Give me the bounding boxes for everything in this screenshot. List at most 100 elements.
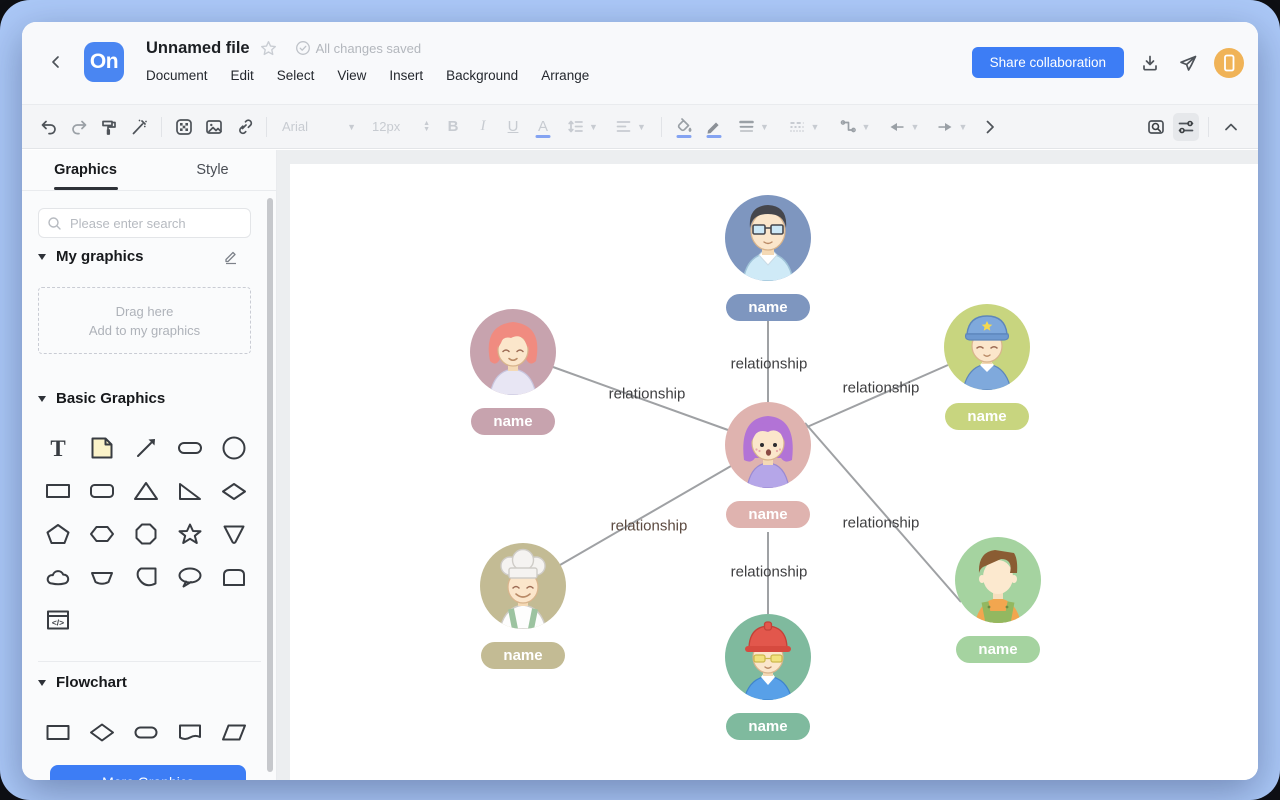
shape-diamond-icon[interactable] (212, 469, 256, 512)
background-pattern-icon[interactable] (171, 113, 197, 141)
find-replace-icon[interactable] (1143, 113, 1169, 141)
node-person-top[interactable]: name (725, 195, 811, 321)
edge-label[interactable]: relationship (609, 386, 686, 403)
search-input[interactable] (68, 215, 242, 232)
shape-arrow-icon[interactable] (124, 426, 168, 469)
italic-icon[interactable]: I (470, 113, 496, 141)
flowchart-header[interactable]: Flowchart (38, 674, 127, 691)
collapse-caret-icon[interactable] (38, 396, 46, 402)
node-person-center[interactable]: name (725, 402, 811, 528)
line-height-icon[interactable]: ▼ (560, 113, 604, 141)
shape-right-triangle-icon[interactable] (168, 469, 212, 512)
my-graphics-header[interactable]: My graphics (38, 248, 261, 265)
shape-data-icon[interactable] (212, 710, 256, 753)
shape-triangle-icon[interactable] (124, 469, 168, 512)
collapse-caret-icon[interactable] (38, 680, 46, 686)
node-person-lower-right[interactable]: name (955, 537, 1041, 663)
node-name-badge[interactable]: name (481, 642, 565, 669)
text-align-icon[interactable]: ▼ (608, 113, 652, 141)
app-logo[interactable]: On (84, 42, 124, 82)
style-brush-icon[interactable] (126, 113, 152, 141)
collapse-caret-icon[interactable] (38, 254, 46, 260)
menu-arrange[interactable]: Arrange (541, 68, 589, 83)
shape-inverted-triangle-icon[interactable] (212, 512, 256, 555)
download-icon[interactable] (1138, 51, 1162, 75)
shape-curved-trapezoid-icon[interactable] (80, 555, 124, 598)
sidebar-scrollbar[interactable] (267, 198, 273, 772)
my-graphics-dropzone[interactable]: Drag here Add to my graphics (38, 287, 251, 354)
favorite-star-icon[interactable] (260, 40, 277, 57)
font-family-select[interactable]: Arial▼ (276, 113, 362, 141)
border-color-icon[interactable] (701, 113, 727, 141)
shape-text-icon[interactable]: T (36, 426, 80, 469)
connector-style-icon[interactable]: ▼ (831, 113, 877, 141)
line-style-icon[interactable]: ▼ (779, 113, 827, 141)
format-panel-icon[interactable] (1173, 113, 1199, 141)
tab-style[interactable]: Style (149, 150, 276, 190)
node-name-badge[interactable]: name (726, 501, 810, 528)
shape-decision-icon[interactable] (80, 710, 124, 753)
shape-octagon-icon[interactable] (124, 512, 168, 555)
edge-label[interactable]: relationship (843, 380, 920, 397)
menu-select[interactable]: Select (277, 68, 315, 83)
menu-view[interactable]: View (337, 68, 366, 83)
more-tools-icon[interactable] (977, 113, 1003, 141)
node-name-badge[interactable]: name (726, 713, 810, 740)
node-person-lower-left[interactable]: name (480, 543, 566, 669)
shape-code-block-icon[interactable]: </> (36, 598, 80, 641)
node-name-badge[interactable]: name (945, 403, 1029, 430)
edge-label[interactable]: relationship (731, 564, 808, 581)
shape-pentagon-icon[interactable] (36, 512, 80, 555)
arrow-start-icon[interactable]: ▼ (881, 113, 925, 141)
shape-process-icon[interactable] (36, 710, 80, 753)
bold-icon[interactable]: B (440, 113, 466, 141)
line-width-icon[interactable]: ▼ (731, 113, 775, 141)
send-icon[interactable] (1176, 51, 1200, 75)
shape-rectangle-icon[interactable] (36, 469, 80, 512)
font-size-stepper[interactable]: 12px▲▼ (366, 113, 436, 141)
node-name-badge[interactable]: name (956, 636, 1040, 663)
edge-label[interactable]: relationship (843, 515, 920, 532)
redo-icon[interactable] (66, 113, 92, 141)
menu-document[interactable]: Document (146, 68, 208, 83)
arrow-end-icon[interactable]: ▼ (929, 113, 973, 141)
insert-link-icon[interactable] (231, 113, 257, 141)
node-person-bottom[interactable]: name (725, 614, 811, 740)
user-avatar[interactable] (1214, 48, 1244, 78)
shape-speech-bubble-icon[interactable] (168, 555, 212, 598)
more-graphics-button[interactable]: More Graphics (50, 765, 246, 780)
tab-graphics[interactable]: Graphics (22, 150, 149, 190)
shape-sticky-note-icon[interactable] (80, 426, 124, 469)
node-name-badge[interactable]: name (471, 408, 555, 435)
shape-stadium-icon[interactable] (168, 426, 212, 469)
shape-round-corner-square-icon[interactable] (124, 555, 168, 598)
menu-background[interactable]: Background (446, 68, 518, 83)
shape-document-icon[interactable] (168, 710, 212, 753)
node-person-upper-right[interactable]: name (944, 304, 1030, 430)
insert-image-icon[interactable] (201, 113, 227, 141)
undo-icon[interactable] (36, 113, 62, 141)
node-name-badge[interactable]: name (726, 294, 810, 321)
underline-icon[interactable]: U (500, 113, 526, 141)
shape-hexagon-icon[interactable] (80, 512, 124, 555)
collapse-toolbar-icon[interactable] (1218, 113, 1244, 141)
back-button[interactable] (44, 50, 68, 74)
menu-insert[interactable]: Insert (389, 68, 423, 83)
format-painter-icon[interactable] (96, 113, 122, 141)
shape-search[interactable] (38, 208, 251, 238)
diagram-canvas[interactable]: name (290, 164, 1258, 780)
shape-terminator-icon[interactable] (124, 710, 168, 753)
edge-label[interactable]: relationship (611, 518, 688, 535)
menu-edit[interactable]: Edit (231, 68, 254, 83)
fill-color-icon[interactable] (671, 113, 697, 141)
shape-rounded-rectangle-icon[interactable] (80, 469, 124, 512)
shape-star-icon[interactable] (168, 512, 212, 555)
share-collaboration-button[interactable]: Share collaboration (972, 47, 1124, 78)
shape-cloud-icon[interactable] (36, 555, 80, 598)
node-person-upper-left[interactable]: name (470, 309, 556, 435)
file-title[interactable]: Unnamed file (146, 39, 250, 58)
shape-rounded-top-rectangle-icon[interactable] (212, 555, 256, 598)
edit-pencil-icon[interactable] (222, 248, 239, 265)
font-color-icon[interactable]: A (530, 113, 556, 141)
shape-circle-icon[interactable] (212, 426, 256, 469)
